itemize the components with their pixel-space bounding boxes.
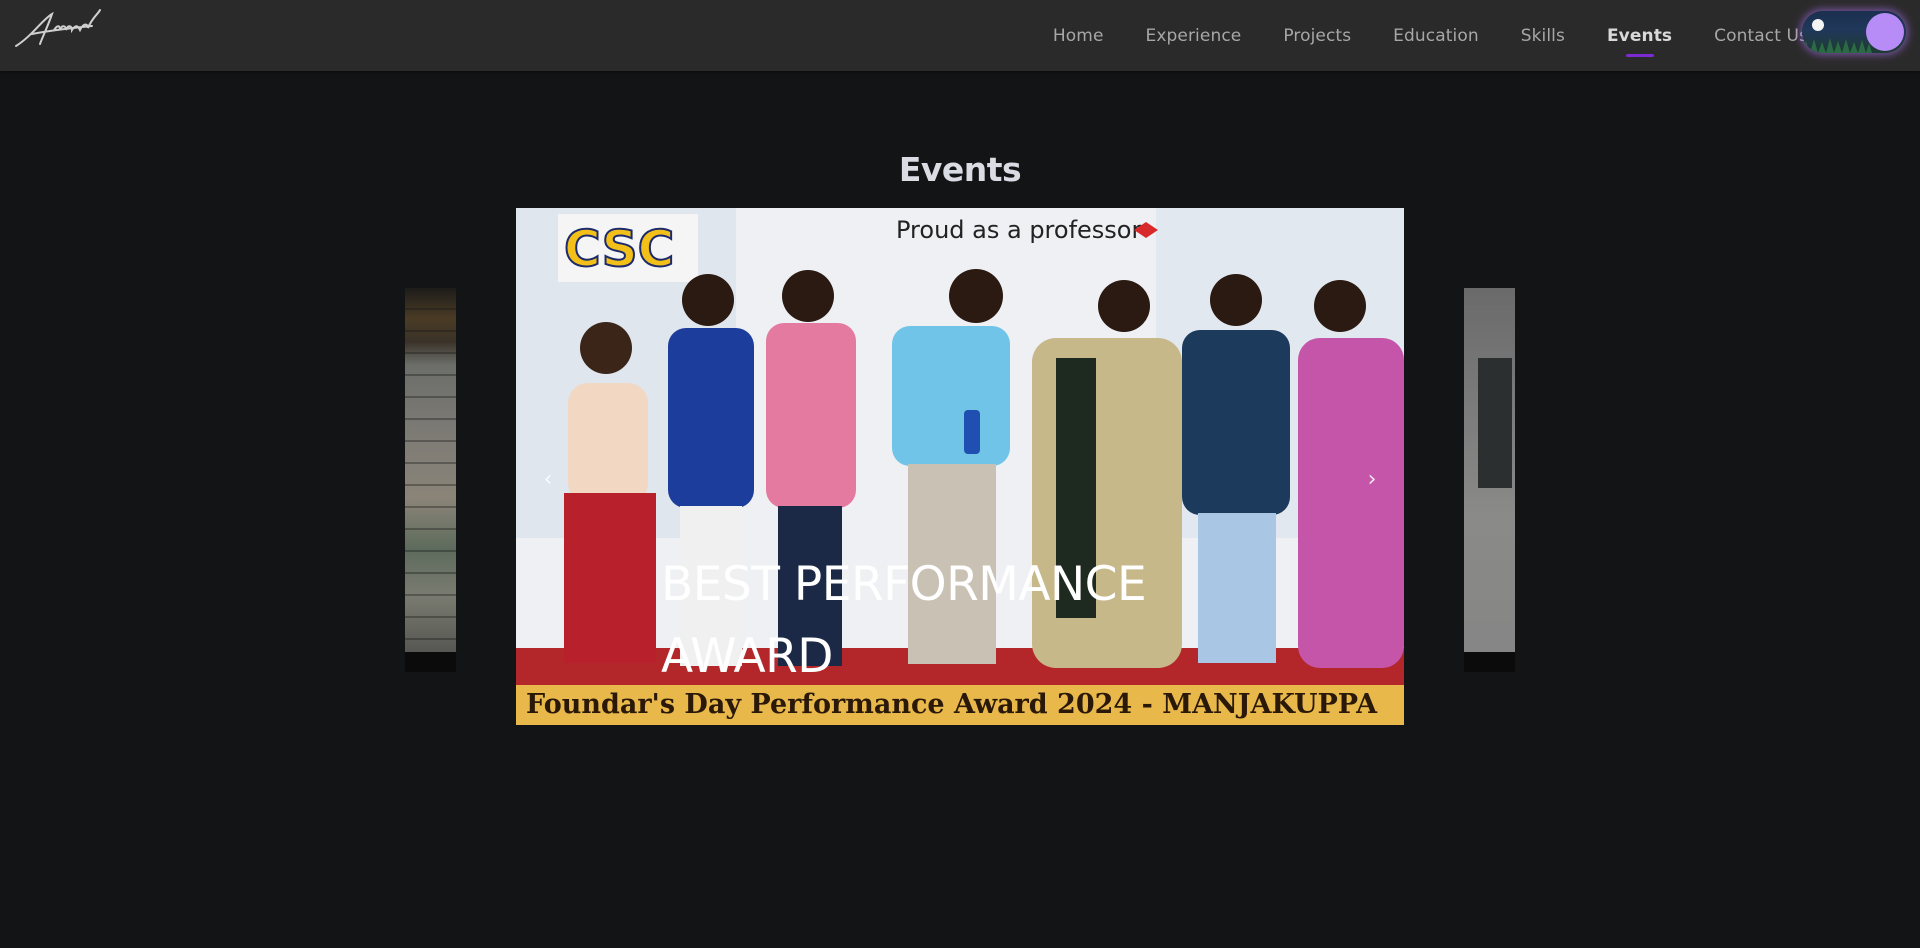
- nav-link-skills[interactable]: Skills: [1521, 26, 1565, 46]
- section-title: Events: [898, 150, 1022, 189]
- chevron-left-icon[interactable]: ‹: [536, 468, 560, 492]
- nav-link-projects[interactable]: Projects: [1283, 26, 1351, 46]
- carousel-active-slide: CSC Proud as a professor Foundar's Day P…: [516, 208, 1404, 725]
- nav-link-home[interactable]: Home: [1053, 26, 1104, 46]
- csc-logo-text: CSC: [564, 220, 674, 278]
- slide-caption: BEST PERFORMANCE AWARD: [661, 557, 1147, 684]
- nav-link-education[interactable]: Education: [1393, 26, 1479, 46]
- slide-reflection: [1464, 652, 1515, 672]
- carousel-next-slide[interactable]: [1464, 288, 1515, 672]
- carousel-prev-slide[interactable]: [405, 288, 456, 672]
- nav-link-experience[interactable]: Experience: [1146, 26, 1242, 46]
- toggle-knob: [1866, 13, 1904, 51]
- theme-toggle[interactable]: [1802, 11, 1906, 53]
- trees-icon: [1802, 38, 1872, 53]
- chevron-right-icon[interactable]: ›: [1360, 468, 1384, 492]
- navbar: Home Experience Projects Education Skill…: [0, 0, 1920, 71]
- nav-link-contact[interactable]: Contact Us: [1714, 26, 1808, 46]
- certificate-texture: [405, 288, 456, 672]
- nav-link-events[interactable]: Events: [1607, 26, 1672, 46]
- nav-links: Home Experience Projects Education Skill…: [1011, 0, 1808, 71]
- signature-logo[interactable]: [12, 6, 124, 50]
- slide-reflection: [405, 652, 456, 672]
- moon-icon: [1812, 19, 1824, 31]
- board-shape: [1478, 358, 1512, 488]
- photo-top-text: Proud as a professor: [896, 216, 1141, 244]
